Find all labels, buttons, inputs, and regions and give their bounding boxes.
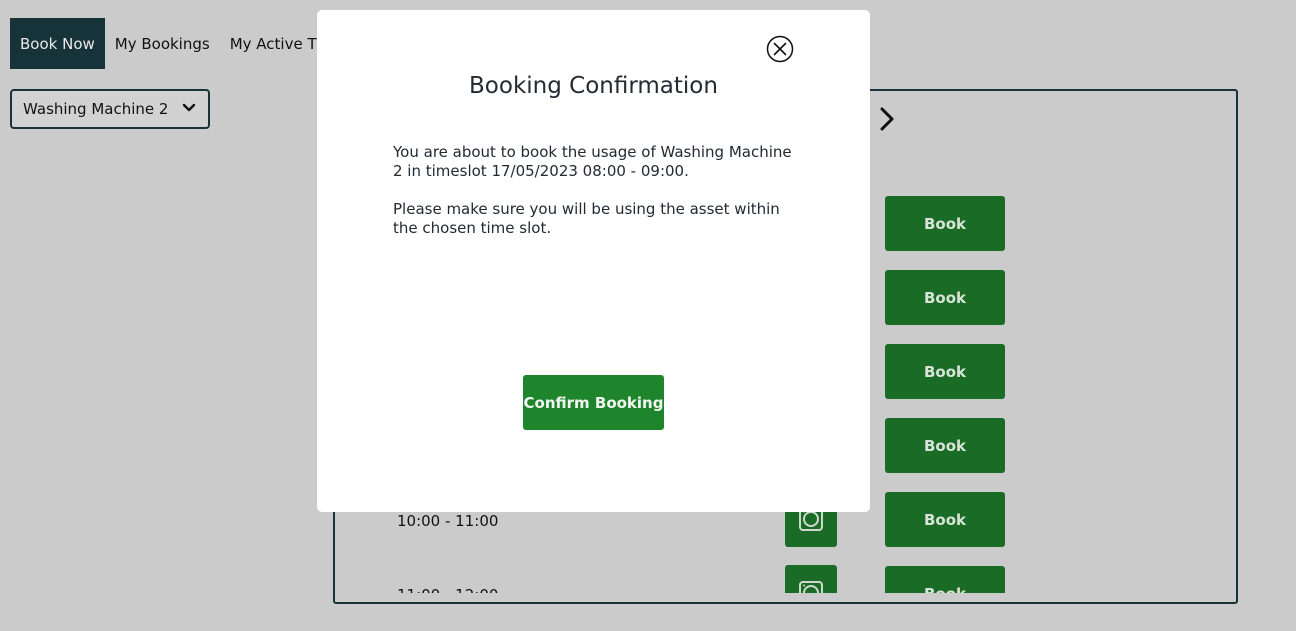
- asset-select-value: Washing Machine 2: [23, 100, 169, 118]
- chevron-right-icon[interactable]: [873, 105, 901, 133]
- chevron-down-icon: [182, 100, 196, 118]
- modal-body: You are about to book the usage of Washi…: [393, 143, 793, 238]
- slot-time: 11:00 - 12:00: [397, 586, 498, 593]
- book-button[interactable]: Book: [885, 344, 1005, 399]
- slot-row: 11:00 - 12:00 Book: [335, 565, 1236, 593]
- washing-machine-icon[interactable]: [785, 565, 837, 593]
- book-button[interactable]: Book: [885, 418, 1005, 473]
- book-button[interactable]: Book: [885, 492, 1005, 547]
- close-circle-icon[interactable]: [766, 35, 794, 63]
- confirm-booking-button[interactable]: Confirm Booking: [523, 375, 664, 430]
- book-button[interactable]: Book: [885, 270, 1005, 325]
- booking-confirmation-modal: Booking Confirmation You are about to bo…: [317, 10, 870, 512]
- modal-message-booking: You are about to book the usage of Washi…: [393, 143, 792, 180]
- book-button[interactable]: Book: [885, 196, 1005, 251]
- slot-time: 10:00 - 11:00: [397, 512, 499, 530]
- asset-select[interactable]: Washing Machine 2: [10, 89, 210, 129]
- book-button[interactable]: Book: [885, 566, 1005, 593]
- top-nav: Book Now My Bookings My Active Timers: [10, 18, 368, 69]
- nav-book-now[interactable]: Book Now: [10, 18, 105, 69]
- modal-title: Booking Confirmation: [469, 73, 718, 99]
- nav-my-bookings[interactable]: My Bookings: [105, 18, 220, 69]
- modal-message-reminder: Please make sure you will be using the a…: [393, 200, 780, 237]
